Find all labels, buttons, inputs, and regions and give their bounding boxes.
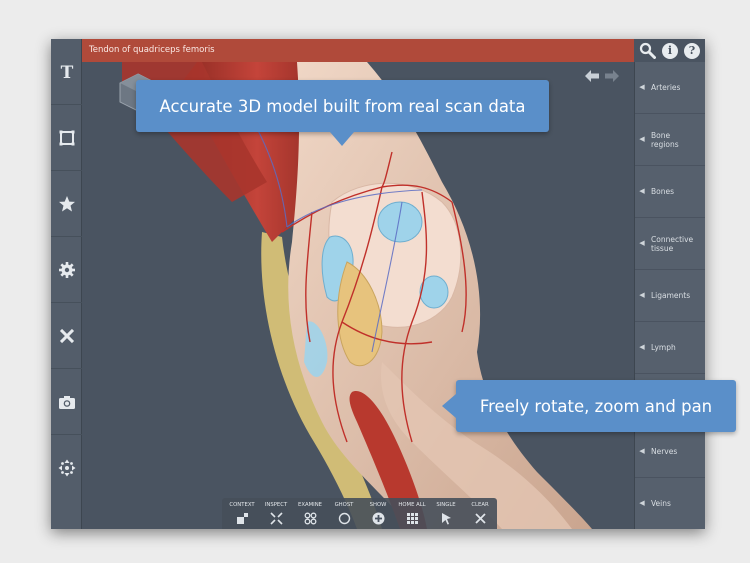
clear-icon [474, 513, 486, 524]
show-plus-icon [372, 512, 384, 525]
expand-left-icon: ◀ [639, 83, 645, 91]
layers-panel: ◀ Arteries ◀ Bone regions ◀ Bones ◀ Connective … [634, 62, 705, 529]
layer-item[interactable]: ◀ Arteries [635, 62, 705, 114]
toolbar-button-label: CONTEXT [229, 502, 255, 508]
toolbar-button-show[interactable]: SHOW [360, 501, 396, 528]
toolbar-button-ghost[interactable]: GHOST [326, 501, 362, 528]
toolbar-button-home-all[interactable]: HOME ALL [394, 501, 430, 528]
expand-left-icon: ◀ [639, 187, 645, 195]
top-icon-group: i ? [634, 39, 705, 62]
expand-left-icon: ◀ [639, 447, 645, 455]
forward-arrow-icon[interactable] [605, 70, 619, 82]
layer-item[interactable]: ◀ Bone regions [635, 114, 705, 166]
context-icon [236, 513, 248, 524]
tool-text[interactable]: T [51, 39, 82, 105]
inspect-icon [269, 512, 283, 525]
toolbar-button-label: HOME ALL [398, 502, 426, 508]
frame-icon [59, 130, 74, 145]
layer-label: Bone regions [651, 130, 679, 149]
toolbar-button-context[interactable]: CONTEXT [224, 501, 260, 528]
text-icon: T [60, 63, 73, 81]
knee-anatomy-model [119, 62, 592, 529]
expand-left-icon: ◀ [639, 239, 645, 247]
move-arrows-icon [58, 459, 75, 477]
layer-item[interactable]: ◀ Veins [635, 478, 705, 529]
toolbar-button-label: GHOST [334, 502, 354, 508]
expand-left-icon: ◀ [639, 135, 645, 143]
toolbar-button-single[interactable]: SINGLE [428, 501, 464, 528]
tool-settings[interactable] [51, 237, 82, 303]
layer-item[interactable]: ◀ Connective tissue [635, 218, 705, 270]
tool-frame[interactable] [51, 105, 82, 171]
callout-top-tail [330, 132, 354, 146]
selected-structure-title: Tendon of quadriceps femoris [82, 39, 634, 62]
search-icon[interactable] [639, 42, 656, 59]
toolbar-button-label: SINGLE [436, 502, 456, 508]
layer-label: Ligaments [651, 291, 691, 300]
toolbar-button-label: EXAMINE [297, 502, 323, 508]
callout-bottom-tail [442, 394, 456, 418]
callout-bottom-text: Freely rotate, zoom and pan [479, 396, 713, 416]
layer-item[interactable]: ◀ Bones [635, 166, 705, 218]
gear-icon [58, 261, 75, 278]
star-icon [58, 195, 75, 211]
svg-text:T: T [60, 63, 73, 81]
info-icon[interactable]: i [662, 42, 678, 59]
tool-move[interactable] [51, 435, 82, 501]
layer-label: Nerves [651, 447, 678, 456]
toolbar-button-label: CLEAR [471, 502, 489, 508]
expand-left-icon: ◀ [639, 343, 645, 351]
help-icon[interactable]: ? [684, 42, 700, 59]
toolbar-button-label: SHOW [369, 502, 387, 508]
layer-item[interactable]: ◀ Nerves [635, 426, 705, 478]
pencil-ruler-icon [59, 328, 74, 343]
examine-icon [304, 512, 316, 525]
expand-left-icon: ◀ [639, 291, 645, 299]
back-arrow-icon[interactable] [585, 70, 599, 82]
left-toolbar: T [51, 39, 82, 529]
tool-favorites[interactable] [51, 171, 82, 237]
toolbar-button-examine[interactable]: EXAMINE [292, 501, 328, 528]
layer-item[interactable]: ◀ Ligaments [635, 270, 705, 322]
tool-draw[interactable] [51, 303, 82, 369]
home-all-icon [406, 513, 418, 524]
model-viewport[interactable] [82, 62, 634, 529]
tool-snapshot[interactable] [51, 369, 82, 435]
feature-callout-bottom: Freely rotate, zoom and pan [456, 380, 736, 432]
layer-label: Connective tissue [651, 234, 694, 253]
expand-left-icon: ◀ [639, 499, 645, 507]
layer-label: Veins [651, 499, 671, 508]
feature-callout-top: Accurate 3D model built from real scan d… [136, 80, 549, 132]
toolbar-button-inspect[interactable]: INSPECT [258, 501, 294, 528]
callout-top-text: Accurate 3D model built from real scan d… [159, 96, 526, 116]
layer-label: Arteries [651, 83, 681, 92]
layer-label: Lymph [651, 343, 676, 352]
toolbar-button-label: INSPECT [264, 502, 288, 508]
history-nav [585, 70, 619, 82]
toolbar-button-clear[interactable]: CLEAR [462, 501, 498, 528]
camera-icon [58, 395, 75, 409]
single-cursor-icon [441, 513, 451, 525]
layer-item[interactable]: ◀ Lymph [635, 322, 705, 374]
bottom-toolbar: CONTEXT INSPECT EXAMINE GHOST SHOW HOME ALL SI… [222, 498, 497, 529]
layer-label: Bones [651, 187, 675, 196]
ghost-icon [338, 512, 350, 525]
